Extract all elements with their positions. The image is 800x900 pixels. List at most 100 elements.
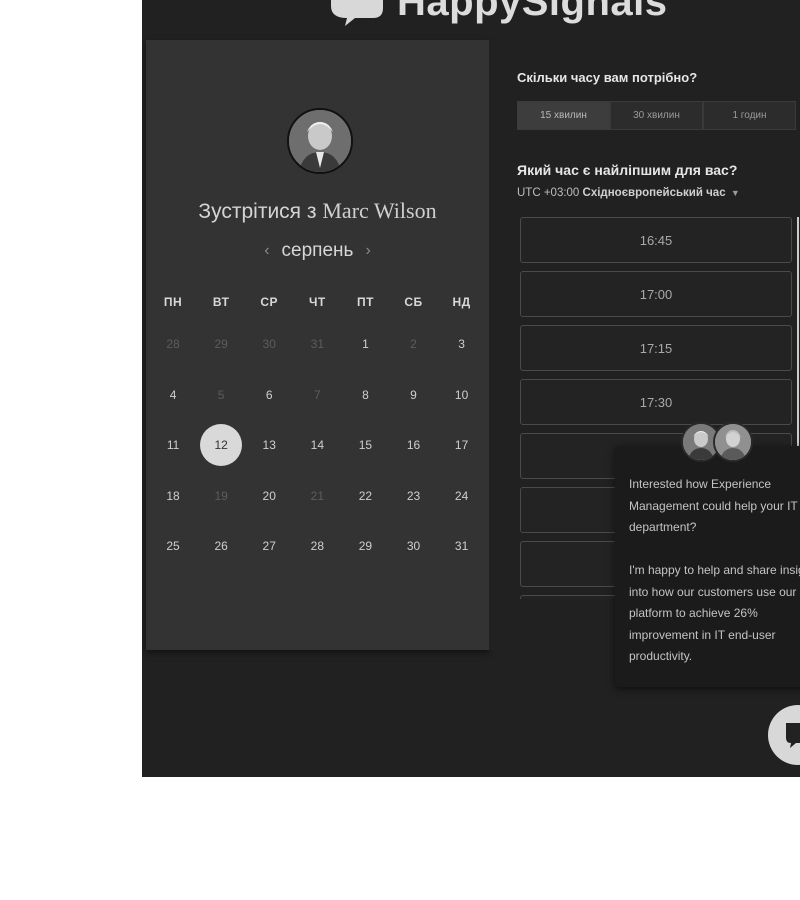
calendar-week: 28 29 30 31 1 2 3 — [149, 319, 486, 370]
calendar-day-number: 30 — [406, 539, 421, 554]
chat-bubble-icon — [786, 723, 800, 748]
slot-list-scrollbar[interactable] — [797, 217, 799, 447]
calendar-day-number: 8 — [362, 387, 369, 402]
timezone-offset: UTC +03:00 — [517, 187, 580, 199]
prev-month-button[interactable]: ‹ — [264, 242, 269, 260]
calendar-day[interactable]: 30 — [389, 521, 437, 572]
calendar-day[interactable]: 29 — [341, 521, 389, 572]
duration-option-30[interactable]: 30 хвилин — [610, 101, 703, 130]
calendar-day-number: 13 — [262, 438, 276, 453]
calendar-day-number: 22 — [358, 488, 373, 503]
calendar-day[interactable]: 26 — [197, 521, 245, 572]
duration-tabs: 15 хвилин 30 хвилин 1 годин — [517, 101, 796, 130]
calendar-day: 7 — [293, 370, 341, 421]
calendar-day[interactable]: 25 — [149, 521, 197, 572]
host-avatar — [287, 108, 353, 174]
weekday-label: ПН — [163, 295, 183, 309]
calendar-weeks: 28 29 30 31 1 2 3 4 5 6 7 8 9 10 11 12 13 14 15 16 17 18 19 20 2… — [149, 319, 486, 572]
calendar-day-number: 20 — [262, 488, 276, 503]
calendar-day-number: 12 — [200, 424, 243, 467]
calendar-day-number: 18 — [166, 488, 180, 503]
calendar-day[interactable]: 24 — [438, 471, 486, 522]
calendar-day-number: 16 — [406, 438, 421, 453]
calendar-day-number: 7 — [313, 387, 321, 402]
calendar-day[interactable]: 13 — [245, 420, 293, 471]
duration-question: Скільки часу вам потрібно? — [517, 70, 698, 85]
calendar-day[interactable]: 17 — [438, 420, 486, 471]
calendar-day-number: 27 — [262, 539, 276, 554]
time-slot-button[interactable]: 16:45 — [520, 217, 792, 263]
weekday-header: ПН ВТ СР ЧТ ПТ СБ НД — [149, 285, 486, 319]
duration-option-15[interactable]: 15 хвилин — [517, 101, 610, 130]
calendar-day[interactable]: 3 — [438, 319, 486, 370]
calendar-day: 30 — [245, 319, 293, 370]
time-slot-button[interactable]: 17:30 — [520, 379, 792, 425]
calendar-day[interactable]: 6 — [245, 370, 293, 421]
time-slot-button[interactable]: 17:00 — [520, 271, 792, 317]
weekday-label: СР — [260, 295, 279, 309]
calendar-day[interactable]: 10 — [438, 370, 486, 421]
calendar-day[interactable]: 9 — [389, 370, 437, 421]
calendar-week: 18 19 20 21 22 23 24 — [149, 471, 486, 522]
calendar-day[interactable]: 15 — [341, 420, 389, 471]
calendar-day: 28 — [149, 319, 197, 370]
booking-page: HappySignals Зустрітися з Marc Wilson ‹ … — [142, 0, 800, 777]
calendar-day[interactable]: 4 — [149, 370, 197, 421]
calendar-day[interactable]: 11 — [149, 420, 197, 471]
time-slot-button[interactable]: 17:15 — [520, 325, 792, 371]
calendar-day-number: 6 — [265, 387, 273, 402]
timezone-name: Східноєвропейський час — [582, 187, 726, 199]
next-month-button[interactable]: › — [365, 242, 370, 260]
happysignals-logo-icon — [331, 0, 383, 26]
weekday-label: СБ — [404, 295, 423, 309]
brand-name: HappySignals — [397, 0, 668, 24]
calendar-day-number: 26 — [214, 539, 228, 554]
chat-launcher-button[interactable] — [768, 705, 800, 765]
calendar-day-number: 4 — [169, 387, 177, 402]
weekday-label: ВТ — [212, 295, 230, 309]
host-photo-icon — [289, 110, 351, 172]
caret-down-icon: ▼ — [730, 188, 740, 198]
calendar-day-number: 30 — [262, 337, 276, 352]
chat-popup[interactable]: Interested how Experience Management cou… — [615, 422, 800, 687]
calendar-day: 2 — [389, 319, 437, 370]
calendar-day[interactable]: 22 — [341, 471, 389, 522]
calendar-day: 21 — [293, 471, 341, 522]
calendar-day[interactable]: 20 — [245, 471, 293, 522]
calendar-day-number: 31 — [454, 539, 469, 554]
weekday-label: ЧТ — [308, 295, 326, 309]
calendar-day[interactable]: 28 — [293, 521, 341, 572]
calendar-day-number: 17 — [454, 438, 469, 453]
calendar-day[interactable]: 8 — [341, 370, 389, 421]
meeting-title-prefix: Зустрітися з — [198, 200, 317, 223]
agent-avatar — [713, 422, 753, 462]
duration-option-60[interactable]: 1 годин — [703, 101, 796, 130]
calendar-week: 11 12 13 14 15 16 17 — [149, 420, 486, 471]
calendar-day-number: 9 — [410, 387, 417, 402]
calendar-day[interactable]: 27 — [245, 521, 293, 572]
calendar-day-number: 3 — [458, 337, 465, 352]
calendar-day-number: 28 — [166, 337, 180, 352]
calendar-day[interactable]: 14 — [293, 420, 341, 471]
chat-message-line-2: I'm happy to help and share insight into… — [629, 563, 800, 663]
chat-message: Interested how Experience Management cou… — [629, 474, 800, 668]
meeting-title: Зустрітися з Marc Wilson — [146, 198, 489, 224]
calendar-day-number: 19 — [214, 488, 228, 503]
calendar-day[interactable]: 18 — [149, 471, 197, 522]
calendar-day: 19 — [197, 471, 245, 522]
calendar-day[interactable]: 1 — [341, 319, 389, 370]
calendar-week: 25 26 27 28 29 30 31 — [149, 521, 486, 572]
calendar-day: 31 — [293, 319, 341, 370]
calendar-day[interactable]: 23 — [389, 471, 437, 522]
agent-photo-icon — [715, 424, 751, 460]
calendar-day[interactable]: 31 — [438, 521, 486, 572]
calendar-week: 4 5 6 7 8 9 10 — [149, 370, 486, 421]
calendar-panel: Зустрітися з Marc Wilson ‹ серпень › ПН … — [146, 40, 489, 650]
calendar-day-number: 11 — [166, 438, 180, 453]
calendar-day[interactable]: 16 — [389, 420, 437, 471]
timezone-selector[interactable]: UTC +03:00 Східноєвропейський час ▼ — [517, 187, 740, 199]
weekday-label: НД — [452, 295, 471, 309]
calendar-day-selected[interactable]: 12 — [197, 420, 245, 471]
host-name: Marc Wilson — [322, 198, 437, 223]
calendar-day-number: 25 — [166, 539, 180, 554]
